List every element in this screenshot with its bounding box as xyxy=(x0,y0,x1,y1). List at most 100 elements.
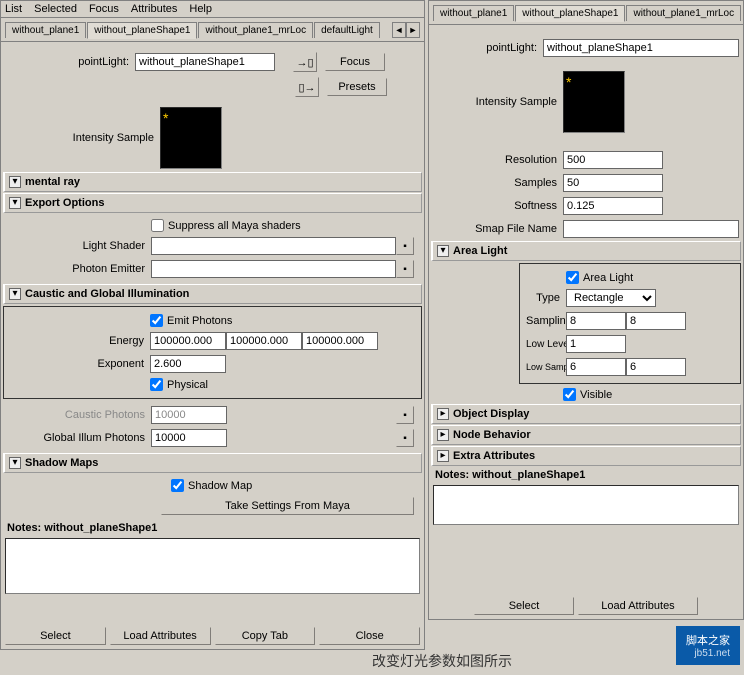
tab-row-right: without_plane1 without_planeShape1 witho… xyxy=(429,1,743,25)
close-button[interactable]: Close xyxy=(319,627,420,645)
global-illum-label: Global Illum Photons xyxy=(11,432,151,444)
caustic-photons-input xyxy=(151,406,227,424)
section-export-options[interactable]: ▾ Export Options xyxy=(3,193,422,213)
tab-row-left: without_plane1 without_planeShape1 witho… xyxy=(1,18,424,42)
collapse-icon[interactable]: ▾ xyxy=(9,457,21,469)
menubar: List Selected Focus Attributes Help xyxy=(1,1,424,18)
expand-icon[interactable]: ▸ xyxy=(437,408,449,420)
menu-selected[interactable]: Selected xyxy=(34,3,77,15)
energy-label: Energy xyxy=(10,335,150,347)
suppress-shaders-checkbox[interactable]: Suppress all Maya shaders xyxy=(151,219,301,232)
energy-b-input[interactable] xyxy=(302,332,378,350)
sampling-label: Sampling xyxy=(526,315,566,327)
tab-without-plane1[interactable]: without_plane1 xyxy=(5,22,86,38)
notes-label-left: Notes: without_planeShape1 xyxy=(1,520,424,536)
section-area-light[interactable]: ▾ Area Light xyxy=(431,241,741,261)
map-button-icon[interactable]: ▪ xyxy=(396,260,414,278)
type-select[interactable]: Rectangle xyxy=(566,289,656,307)
collapse-icon[interactable]: ▾ xyxy=(9,176,21,188)
low-level-input[interactable] xyxy=(566,335,626,353)
sampling-u-input[interactable] xyxy=(566,312,626,330)
low-level-label: Low Level xyxy=(526,339,566,350)
left-attribute-editor: List Selected Focus Attributes Help with… xyxy=(0,0,425,650)
smap-label: Smap File Name xyxy=(433,223,563,235)
right-attribute-editor: without_plane1 without_planeShape1 witho… xyxy=(428,0,744,620)
emit-photons-checkbox[interactable]: Emit Photons xyxy=(150,314,232,327)
collapse-icon[interactable]: ▾ xyxy=(9,197,21,209)
notes-textarea-right[interactable] xyxy=(433,485,739,525)
menu-attributes[interactable]: Attributes xyxy=(131,3,177,15)
tab-mrloc[interactable]: without_plane1_mrLoc xyxy=(198,22,313,38)
exponent-input[interactable] xyxy=(150,355,226,373)
tab-without-planeshape1-r[interactable]: without_planeShape1 xyxy=(515,5,625,22)
type-label: Type xyxy=(526,292,566,304)
footer-left: Select Load Attributes Copy Tab Close xyxy=(5,627,420,645)
tab-without-planeshape1[interactable]: without_planeShape1 xyxy=(87,22,197,39)
pointlight-label: pointLight: xyxy=(5,56,135,68)
notes-textarea-left[interactable] xyxy=(5,538,420,594)
exponent-label: Exponent xyxy=(10,358,150,370)
energy-g-input[interactable] xyxy=(226,332,302,350)
section-extra-attributes[interactable]: ▸Extra Attributes xyxy=(431,446,741,466)
menu-help[interactable]: Help xyxy=(189,3,212,15)
select-button-r[interactable]: Select xyxy=(474,597,574,615)
goto-input-icon[interactable]: →▯ xyxy=(293,52,317,72)
intensity-sample-swatch[interactable] xyxy=(160,107,222,169)
tab-defaultlight[interactable]: defaultLight xyxy=(314,22,380,38)
caustic-highlight-group: Emit Photons Energy Exponent Physical xyxy=(3,306,422,399)
annotation-text: 改变灯光参数如图所示 xyxy=(200,651,684,671)
physical-checkbox[interactable]: Physical xyxy=(150,378,208,391)
tab-without-plane1-r[interactable]: without_plane1 xyxy=(433,5,514,21)
map-button-icon[interactable]: ▪ xyxy=(396,237,414,255)
tab-scroll-right-icon[interactable]: ► xyxy=(406,22,420,38)
focus-button[interactable]: Focus xyxy=(325,53,385,71)
presets-button[interactable]: Presets xyxy=(327,78,387,96)
pointlight-name-input[interactable] xyxy=(135,53,275,71)
smap-input[interactable] xyxy=(563,220,739,238)
section-mental-ray[interactable]: ▾ mental ray xyxy=(3,172,422,192)
low-sampling-label: Low Sampling xyxy=(526,362,566,372)
watermark: 脚本之家 jb51.net xyxy=(676,626,740,665)
load-attributes-button[interactable]: Load Attributes xyxy=(110,627,211,645)
collapse-icon[interactable]: ▾ xyxy=(9,288,21,300)
area-light-checkbox[interactable]: Area Light xyxy=(566,271,633,284)
menu-list[interactable]: List xyxy=(5,3,22,15)
tab-scroll-left-icon[interactable]: ◄ xyxy=(392,22,406,38)
intensity-sample-label-r: Intensity Sample xyxy=(433,96,563,108)
low-sampling-u-input[interactable] xyxy=(566,358,626,376)
pointlight-name-input-r[interactable] xyxy=(543,39,739,57)
map-button-icon[interactable]: ▪ xyxy=(396,429,414,447)
take-settings-button[interactable]: Take Settings From Maya xyxy=(161,497,414,515)
tab-mrloc-r[interactable]: without_plane1_mrLoc xyxy=(626,5,741,21)
intensity-sample-label: Intensity Sample xyxy=(5,132,160,144)
notes-label-right: Notes: without_planeShape1 xyxy=(429,467,743,483)
energy-r-input[interactable] xyxy=(150,332,226,350)
low-sampling-v-input[interactable] xyxy=(626,358,686,376)
section-caustic[interactable]: ▾ Caustic and Global Illumination xyxy=(3,284,422,304)
photon-emitter-input[interactable] xyxy=(151,260,396,278)
section-shadow-maps[interactable]: ▾ Shadow Maps xyxy=(3,453,422,473)
softness-input[interactable] xyxy=(563,197,663,215)
resolution-input[interactable] xyxy=(563,151,663,169)
expand-icon[interactable]: ▸ xyxy=(437,450,449,462)
light-shader-input[interactable] xyxy=(151,237,396,255)
section-object-display[interactable]: ▸Object Display xyxy=(431,404,741,424)
visible-checkbox[interactable]: Visible xyxy=(563,388,612,401)
load-attributes-button-r[interactable]: Load Attributes xyxy=(578,597,698,615)
goto-output-icon[interactable]: ▯→ xyxy=(295,77,319,97)
menu-focus[interactable]: Focus xyxy=(89,3,119,15)
resolution-label: Resolution xyxy=(433,154,563,166)
section-node-behavior[interactable]: ▸Node Behavior xyxy=(431,425,741,445)
photon-emitter-label: Photon Emitter xyxy=(11,263,151,275)
shadow-map-checkbox[interactable]: Shadow Map xyxy=(171,479,252,492)
sampling-v-input[interactable] xyxy=(626,312,686,330)
select-button[interactable]: Select xyxy=(5,627,106,645)
expand-icon[interactable]: ▸ xyxy=(437,429,449,441)
global-illum-input[interactable] xyxy=(151,429,227,447)
copy-tab-button[interactable]: Copy Tab xyxy=(215,627,316,645)
collapse-icon[interactable]: ▾ xyxy=(437,245,449,257)
samples-input[interactable] xyxy=(563,174,663,192)
map-button-icon[interactable]: ▪ xyxy=(396,406,414,424)
intensity-sample-swatch-r[interactable] xyxy=(563,71,625,133)
caustic-photons-label: Caustic Photons xyxy=(11,409,151,421)
